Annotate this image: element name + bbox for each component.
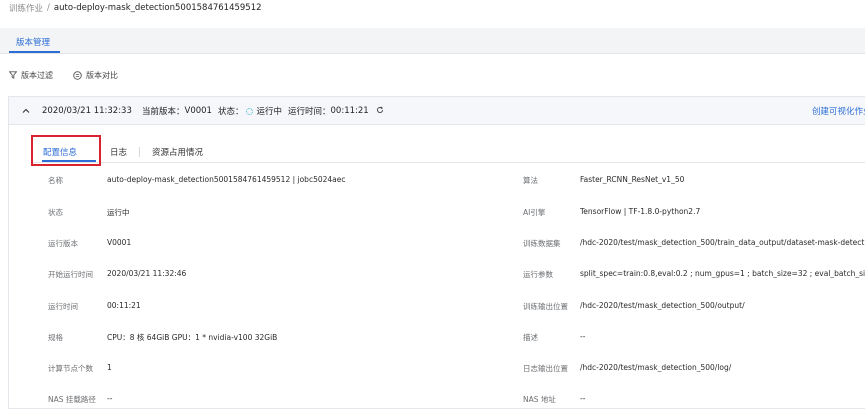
config-value-spec: CPU：8 核 64GiB GPU：1 * nvidia-v100 32GiB (107, 333, 278, 342)
config-value-version: V0001 (107, 238, 132, 247)
config-label: 开始运行时间 (48, 270, 93, 279)
config-label: NAS 挂载路径 (48, 395, 96, 404)
current-version-value: V0001 (184, 106, 212, 116)
version-filter-label: 版本过滤 (21, 70, 53, 80)
version-panel: 2020/03/21 11:32:33 当前版本： V0001 状态： 运行中 … (8, 96, 865, 409)
tab-logs[interactable]: 日志 (98, 141, 139, 162)
config-label: 描述 (523, 333, 538, 342)
config-value-node-count: 1 (107, 363, 112, 372)
config-label: 计算节点个数 (48, 364, 93, 373)
config-value-dataset[interactable]: /hdc-2020/test/mask_detection_500/train_… (580, 238, 865, 247)
config-label: 状态 (48, 208, 63, 217)
config-value-nas-path: -- (107, 394, 113, 403)
config-value-ai-engine: TensorFlow | TF-1.8.0-python2.7 (580, 207, 701, 216)
version-compare-label: 版本对比 (86, 70, 118, 80)
divider (0, 53, 865, 54)
config-value-name: auto-deploy-mask_detection50015847614595… (107, 175, 346, 184)
config-label: 训练输出位置 (523, 302, 568, 311)
config-value-log-path[interactable]: /hdc-2020/test/mask_detection_500/log/ (580, 363, 865, 372)
current-version-label: 当前版本： (142, 107, 185, 117)
config-label: 运行时间 (48, 302, 78, 311)
config-label: AI引擎 (523, 208, 546, 217)
tab-version-management[interactable]: 版本管理 (9, 30, 57, 53)
divider (31, 162, 865, 163)
create-visualization-job-link[interactable]: 创建可视化作业 (812, 97, 865, 125)
config-value-algorithm: Faster_RCNN_ResNet_v1_50 (580, 175, 685, 184)
runtime-label: 运行时间： (288, 107, 331, 117)
breadcrumb-current: auto-deploy-mask_detection50015847614595… (53, 3, 262, 13)
version-filter-button[interactable]: 版本过滤 (9, 70, 53, 81)
filter-icon (9, 71, 17, 79)
config-value-status: 运行中 (107, 208, 130, 217)
toolbar: 版本过滤 版本对比 (9, 68, 118, 82)
config-label: 日志输出位置 (523, 364, 568, 373)
config-value-description: -- (580, 332, 586, 341)
version-compare-button[interactable]: 版本对比 (73, 70, 118, 81)
config-label: 名称 (48, 176, 63, 185)
config-label: 运行版本 (48, 239, 78, 248)
breadcrumb-separator: / (47, 3, 50, 13)
config-label: NAS 地址 (523, 395, 556, 404)
config-value-start-time: 2020/03/21 11:32:46 (107, 269, 187, 278)
compare-icon (73, 70, 82, 80)
config-value-output-path[interactable]: /hdc-2020/test/mask_detection_500/output… (580, 301, 865, 310)
config-label: 运行参数 (523, 270, 553, 279)
status-value: 运行中 (256, 107, 282, 117)
config-value-nas-address: -- (580, 394, 586, 403)
version-panel-header[interactable]: 2020/03/21 11:32:33 当前版本： V0001 状态： 运行中 … (9, 97, 865, 125)
highlight-annotation-box (31, 135, 101, 166)
status-label: 状态： (217, 107, 244, 117)
config-label: 规格 (48, 333, 63, 342)
refresh-icon[interactable] (376, 106, 384, 117)
config-label: 算法 (523, 176, 538, 185)
config-label: 训练数据集 (523, 239, 561, 248)
status-running-icon (246, 107, 254, 115)
config-value-runtime: 00:11:21 (107, 301, 141, 310)
config-value-run-params: split_spec=train:0.8,eval:0.2 ; num_gpus… (580, 269, 865, 278)
breadcrumb: 训练作业 / auto-deploy-mask_detection5001584… (9, 1, 262, 15)
top-tab-bar (0, 28, 865, 53)
runtime-value: 00:11:21 (330, 106, 369, 116)
chevron-up-icon[interactable] (21, 106, 31, 116)
breadcrumb-parent-link[interactable]: 训练作业 (9, 2, 43, 14)
version-datetime: 2020/03/21 11:32:33 (42, 106, 132, 116)
tab-resource-usage[interactable]: 资源占用情况 (140, 141, 215, 162)
version-summary: 当前版本： V0001 状态： 运行中 运行时间： 00:11:21 (142, 97, 384, 125)
